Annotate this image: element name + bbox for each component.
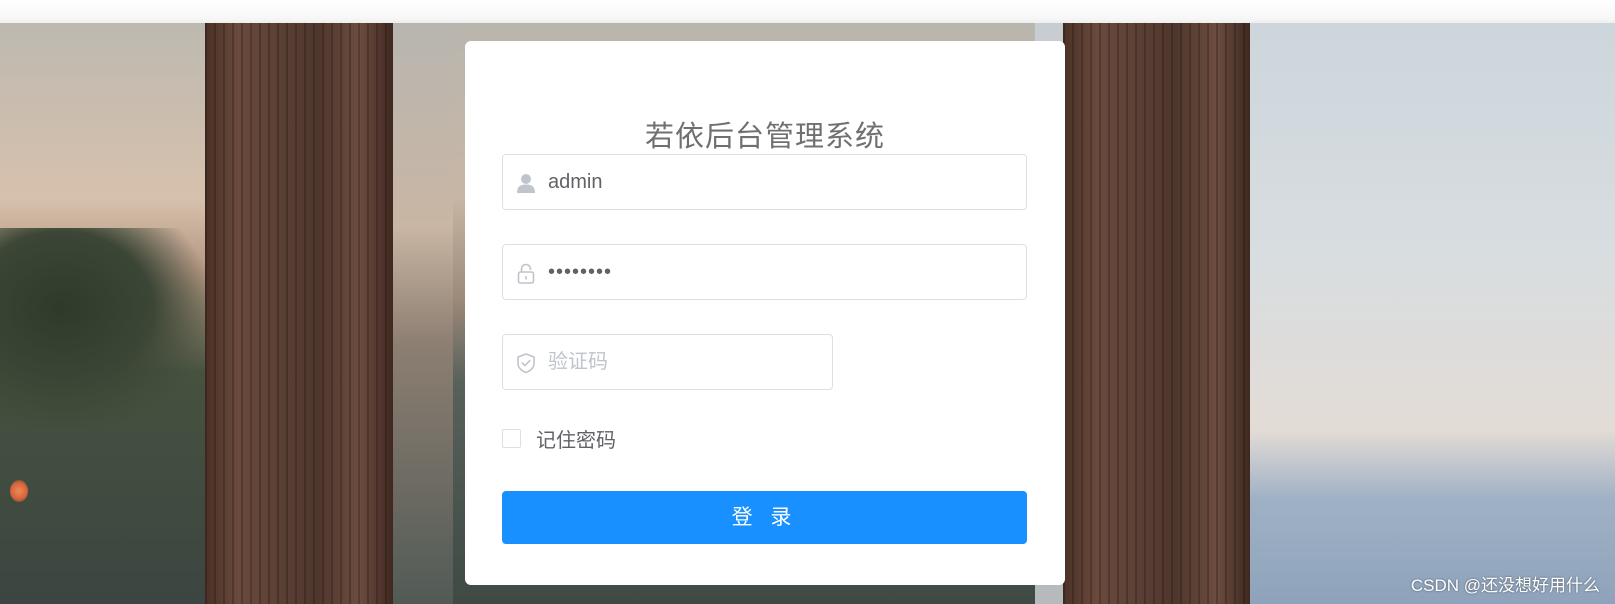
password-field[interactable] xyxy=(502,244,1027,300)
login-title: 若依后台管理系统 xyxy=(644,121,885,153)
login-page: 若依后台管理系统 admin •••••••• 验证码 记住密码 登 录 CSD… xyxy=(0,0,1615,604)
password-input[interactable] xyxy=(548,245,1018,299)
username-input[interactable] xyxy=(548,155,1018,209)
shield-icon xyxy=(515,352,537,374)
username-field[interactable] xyxy=(502,154,1027,210)
remember-label: 记住密码 xyxy=(536,429,616,452)
login-form: 若依后台管理系统 admin •••••••• 验证码 记住密码 登 录 xyxy=(465,41,1065,585)
top-bar xyxy=(0,0,1615,23)
captcha-input[interactable] xyxy=(548,335,823,389)
captcha-field[interactable] xyxy=(502,334,833,390)
remember-checkbox[interactable] xyxy=(502,428,521,448)
watermark: CSDN @还没想好用什么 xyxy=(1410,576,1600,595)
remember-password[interactable]: 记住密码 xyxy=(502,423,616,453)
user-icon xyxy=(515,172,537,194)
login-button[interactable]: 登 录 xyxy=(502,491,1027,544)
lock-icon xyxy=(515,262,537,284)
